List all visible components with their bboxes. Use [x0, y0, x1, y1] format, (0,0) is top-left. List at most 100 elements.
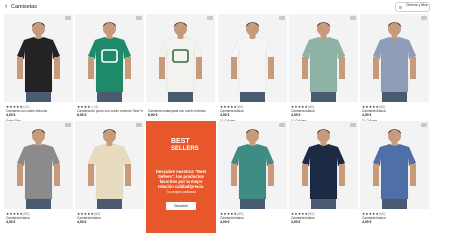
product-card[interactable]: ★★★★★(60) Camiseta básica 4,00 €	[4, 121, 73, 239]
model-right-arm	[339, 57, 345, 79]
model-neck	[391, 34, 398, 39]
product-image	[87, 129, 132, 209]
model-right-arm	[125, 164, 131, 186]
model-trousers	[26, 92, 51, 102]
product-card[interactable]: ★★★★★(60) Camiseta básica 4,00 €	[218, 121, 287, 239]
shirt	[372, 36, 417, 93]
model-left-arm	[88, 57, 94, 79]
favorite-icon[interactable]	[421, 123, 427, 127]
product-price: 6,00 €	[77, 113, 87, 117]
product-image	[16, 22, 61, 102]
discover-button[interactable]: Descubrir	[166, 202, 196, 210]
product-thumbnail[interactable]	[289, 121, 358, 209]
product-grid: ★★★★★(12) Camiseta con cuello redondo 4,00…	[0, 14, 475, 249]
model-right-arm	[410, 164, 416, 186]
product-image	[16, 129, 61, 209]
model-left-arm	[88, 164, 94, 186]
favorite-icon[interactable]	[136, 123, 142, 127]
favorite-icon[interactable]	[421, 16, 427, 20]
model-left-arm	[373, 164, 379, 186]
favorite-icon[interactable]	[65, 16, 71, 20]
product-name[interactable]: Camiseta de punto con cuello redondo 'Ne…	[77, 109, 143, 113]
product-price: 4,00 €	[362, 113, 372, 117]
product-card[interactable]: ★★★★★(60)Camiseta básica4,00 €11 Colores	[218, 14, 287, 132]
product-image	[301, 129, 346, 209]
product-thumbnail[interactable]	[289, 14, 358, 102]
shirt	[16, 143, 61, 200]
model-right-arm	[54, 164, 60, 186]
product-meta: ★★★★★(60) Camiseta básica 4,00 €	[220, 212, 286, 224]
product-card[interactable]: ★★★★☆(4) Camiseta de punto con cuello red…	[75, 14, 144, 132]
shirt	[16, 36, 61, 93]
model-right-arm	[54, 57, 60, 79]
model-neck	[35, 141, 42, 146]
product-card[interactable]: Camiseta estampada con cuello redondo 6,0…	[146, 14, 215, 132]
best-sellers-promo[interactable]: BEST SELLERS Descubre nuestros "Best Sel…	[146, 121, 216, 233]
product-thumbnail[interactable]	[218, 14, 287, 102]
model-left-arm	[231, 57, 237, 79]
product-image	[230, 129, 275, 209]
favorite-icon[interactable]	[65, 123, 71, 127]
product-thumbnail[interactable]	[4, 14, 73, 102]
model-right-arm	[268, 164, 274, 186]
product-image	[372, 129, 417, 209]
product-card[interactable]: ★★★★★(60)Camiseta básica4,00 €11 Colores	[360, 14, 429, 132]
favorite-icon[interactable]	[350, 16, 356, 20]
top-bar: ‹ Camisetas ≡ Ordenar y filtrar	[0, 0, 475, 14]
product-price: 4,00 €	[362, 220, 372, 224]
product-thumbnail[interactable]	[146, 14, 215, 102]
product-price: 4,00 €	[291, 113, 301, 117]
product-card[interactable]: ★★★★★(60)Camiseta básica4,00 €11 Colores	[289, 14, 358, 132]
product-name[interactable]: Camiseta estampada con cuello redondo	[148, 109, 214, 113]
model-left-arm	[373, 57, 379, 79]
model-right-arm	[125, 57, 131, 79]
product-image	[87, 22, 132, 102]
model-neck	[320, 34, 327, 39]
product-thumbnail[interactable]	[218, 121, 287, 209]
product-meta: ★★★★★(60) Camiseta básica 4,00 €	[77, 212, 143, 224]
product-thumbnail[interactable]	[360, 121, 429, 209]
product-thumbnail[interactable]	[4, 121, 73, 209]
model-neck	[106, 141, 113, 146]
favorite-icon[interactable]	[136, 16, 142, 20]
product-card[interactable]: ★★★★★(60) Camiseta básica 4,00 €	[289, 121, 358, 239]
promo-text: Descubre nuestros "Best Sellers", los pr…	[155, 169, 207, 189]
model-neck	[35, 34, 42, 39]
model-neck	[249, 34, 256, 39]
product-card[interactable]: ★★★★★(12) Camiseta con cuello redondo 4,00…	[4, 14, 73, 132]
model-left-arm	[17, 164, 23, 186]
model-right-arm	[196, 57, 202, 79]
model-trousers	[382, 199, 407, 209]
favorite-icon[interactable]	[350, 123, 356, 127]
sort-filter-label: Ordenar y filtrar	[406, 3, 429, 7]
product-card[interactable]: ★★★★★(60) Camiseta básica 4,00 €	[75, 121, 144, 239]
shirt	[230, 143, 275, 200]
page-title: Camisetas	[11, 4, 37, 10]
product-image	[230, 22, 275, 102]
sort-filter-button[interactable]: ≡ Ordenar y filtrar	[395, 2, 430, 12]
favorite-icon[interactable]	[207, 16, 213, 20]
product-thumbnail[interactable]	[75, 14, 144, 102]
shirt	[301, 143, 346, 200]
promo-subtext: Tu compra confianza	[166, 190, 196, 194]
favorite-icon[interactable]	[279, 16, 285, 20]
product-meta: ★★★★★(60) Camiseta básica 4,00 €	[6, 212, 72, 224]
model-trousers	[240, 92, 265, 102]
product-image	[301, 22, 346, 102]
product-card[interactable]: ★★★★★(60) Camiseta básica 4,00 €	[360, 121, 429, 239]
product-thumbnail[interactable]	[360, 14, 429, 102]
product-meta: Camiseta estampada con cuello redondo 6,0…	[148, 105, 214, 117]
model-right-arm	[339, 164, 345, 186]
sliders-icon: ≡	[399, 5, 402, 11]
product-meta: ★★★★★(60) Camiseta básica 4,00 €	[362, 212, 428, 224]
product-price: 4,00 €	[220, 220, 230, 224]
favorite-icon[interactable]	[279, 123, 285, 127]
best-sellers-badge: BEST SELLERS	[171, 138, 199, 154]
product-price: 4,00 €	[291, 220, 301, 224]
model-neck	[249, 141, 256, 146]
product-price: 4,00 €	[220, 113, 230, 117]
model-trousers	[97, 92, 122, 102]
model-neck	[391, 141, 398, 146]
product-price: 4,00 €	[6, 220, 16, 224]
product-thumbnail[interactable]	[75, 121, 144, 209]
